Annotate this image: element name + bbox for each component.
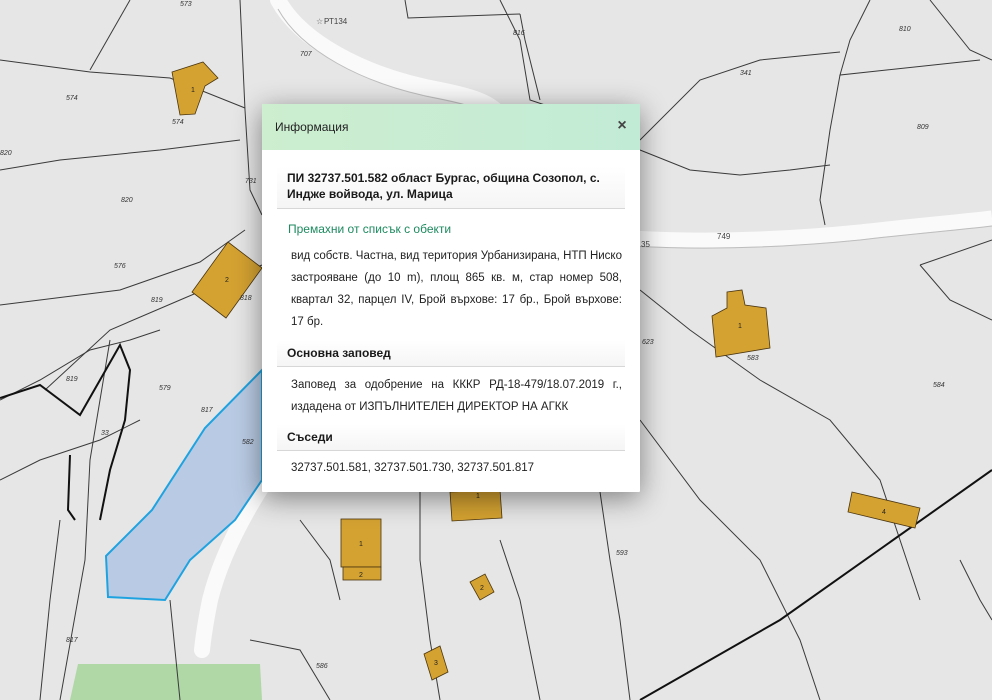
neighbors-text: 32737.501.581, 32737.501.730, 32737.501.…	[291, 462, 535, 474]
building-number: 1	[476, 493, 480, 500]
parcel-number: 574	[172, 119, 184, 126]
order-text: Заповед за одобрение на КККР РД-18-479/1…	[291, 379, 622, 413]
parcel-number: 809	[917, 124, 929, 131]
parcel-number: 820	[121, 197, 133, 204]
popup-header: Информация ×	[262, 104, 640, 150]
parcel-number: 707	[300, 51, 313, 58]
info-popup: Информация × ПИ 32737.501.582 област Бур…	[262, 104, 640, 492]
building-number: 1	[738, 323, 742, 330]
parcel-number: 584	[933, 382, 945, 389]
building-number: 1	[191, 87, 195, 94]
neighbors-section-title: Съседи	[277, 424, 625, 451]
parcel-description: вид собств. Частна, вид територия Урбани…	[291, 250, 622, 328]
close-icon[interactable]: ×	[613, 117, 631, 135]
parcel-number: 819	[66, 376, 78, 383]
parcel-number: 731	[245, 178, 257, 185]
building-number: 1	[359, 541, 363, 548]
parcel-number: 583	[747, 355, 759, 362]
building-number: 2	[359, 572, 363, 579]
parcel-number: 573	[180, 1, 192, 8]
popup-body: ПИ 32737.501.582 област Бургас, община С…	[262, 150, 640, 479]
parcel-number: 593	[616, 550, 628, 557]
parcel-number: 820	[0, 150, 12, 157]
parcel-number: 817	[66, 637, 79, 644]
road-label: 749	[717, 232, 731, 241]
parcel-number: 817	[201, 407, 214, 414]
green-area	[70, 664, 262, 700]
parcel-number: 816	[513, 30, 525, 37]
parcel-number: 341	[740, 70, 752, 77]
parcel-number: 582	[242, 439, 254, 446]
building-number: 2	[480, 585, 484, 592]
building-number: 4	[882, 509, 886, 516]
road-label: РТ134	[324, 17, 348, 26]
parcel-number: 574	[66, 95, 78, 102]
parcel-number: 819	[151, 297, 163, 304]
parcel-number: 33	[101, 430, 109, 437]
parcel-number: 818	[240, 295, 252, 302]
road-label: 35	[641, 240, 650, 249]
parcel-number: 586	[316, 663, 328, 670]
parcel-number: 623	[642, 339, 654, 346]
building-number: 3	[434, 660, 438, 667]
road-marker-icon: ☆	[316, 17, 323, 26]
building-number: 2	[225, 277, 229, 284]
parcel-number: 810	[899, 26, 911, 33]
order-section-title: Основна заповед	[277, 340, 625, 367]
parcel-number: 579	[159, 385, 171, 392]
popup-title: Информация	[275, 120, 349, 134]
parcel-number: 576	[114, 263, 126, 270]
parcel-title: ПИ 32737.501.582 област Бургас, община С…	[277, 166, 625, 209]
remove-from-list-link[interactable]: Премахни от списък с обекти	[288, 222, 625, 236]
